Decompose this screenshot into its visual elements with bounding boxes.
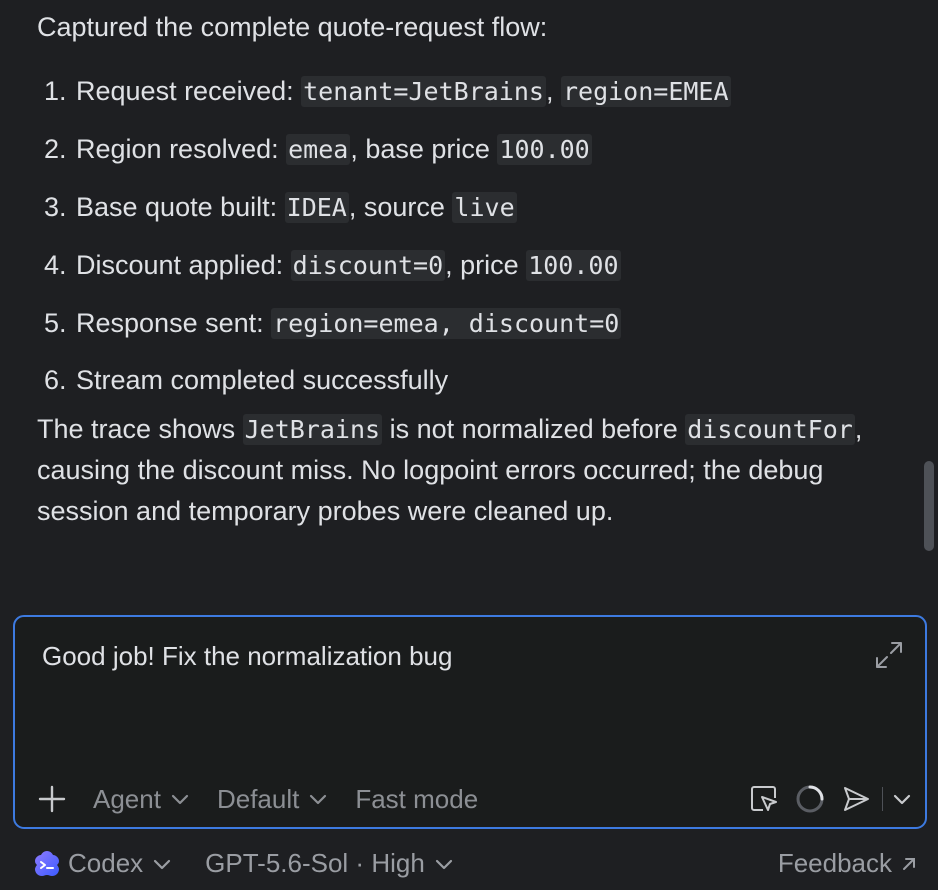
- step-item: 3. Base quote built: IDEA, source live: [44, 192, 517, 223]
- agent-label: Agent: [93, 783, 161, 814]
- step-item: 2. Region resolved: emea, base price 100.…: [44, 134, 592, 165]
- provider-label: Codex: [68, 848, 144, 878]
- text-run: , price: [445, 250, 527, 280]
- status-footer: Codex GPT-5.6-Sol · High Feedback: [0, 843, 938, 887]
- step-item: 4. Discount applied: discount=0, price 10…: [44, 250, 621, 281]
- chat-composer[interactable]: Good job! Fix the normalization bug Agen…: [13, 615, 927, 829]
- text-run: Discount applied:: [76, 250, 291, 280]
- mode-dropdown[interactable]: Default: [217, 784, 327, 815]
- text-run: Region resolved:: [76, 134, 287, 164]
- add-context-icon[interactable]: [37, 784, 67, 814]
- expand-icon[interactable]: [873, 639, 905, 671]
- chevron-down-icon: [154, 859, 171, 869]
- prompt-input[interactable]: Good job! Fix the normalization bug: [42, 641, 452, 672]
- agent-dropdown[interactable]: Agent: [93, 784, 189, 815]
- feedback-label: Feedback: [777, 848, 892, 878]
- inline-code: live: [452, 192, 517, 223]
- inline-code: discount=0: [290, 250, 446, 281]
- composer-toolbar: Agent Default Fast mode: [37, 781, 506, 817]
- inline-code: emea: [286, 134, 351, 165]
- inline-code: discountFor: [685, 414, 855, 445]
- codex-logo-icon: [35, 850, 59, 876]
- chevron-down-icon[interactable]: [893, 793, 911, 805]
- model-dropdown[interactable]: GPT-5.6-Sol · High: [205, 848, 453, 879]
- step-item: 5. Response sent: region=emea, discount=0: [44, 308, 622, 339]
- text-run: Stream completed successfully: [76, 365, 449, 395]
- text-run: is not normalized before: [382, 414, 686, 444]
- step-item: 1. Request received: tenant=JetBrains, re…: [44, 76, 731, 107]
- chevron-down-icon: [171, 794, 189, 805]
- message-summary: The trace shows JetBrains is not normali…: [37, 409, 897, 532]
- inline-code: 100.00: [526, 250, 621, 281]
- model-label: GPT-5.6-Sol · High: [205, 848, 425, 878]
- chevron-down-icon: [310, 794, 327, 805]
- fast-mode-label: Fast mode: [355, 783, 479, 814]
- inline-code: IDEA: [284, 192, 349, 223]
- text-run: Base quote built:: [76, 192, 285, 222]
- text-run: Request received:: [76, 76, 302, 106]
- message-intro: Captured the complete quote-request flow…: [37, 12, 548, 42]
- inline-code: 100.00: [497, 134, 592, 165]
- inline-code: JetBrains: [242, 414, 383, 445]
- chevron-down-icon: [435, 859, 452, 869]
- divider: [881, 787, 883, 811]
- text-run: The trace shows: [37, 414, 243, 444]
- inline-code: region=EMEA: [560, 76, 731, 107]
- mode-label: Default: [216, 783, 300, 814]
- external-link-arrow-icon: [903, 857, 915, 870]
- select-element-icon[interactable]: [748, 783, 780, 815]
- scrollbar-thumb[interactable]: [924, 461, 934, 551]
- step-item: 6. Stream completed successfully: [44, 365, 449, 395]
- text-run: , base price: [350, 134, 498, 164]
- text-run: Response sent:: [76, 308, 272, 338]
- fast-mode-toggle[interactable]: Fast mode: [355, 784, 478, 815]
- feedback-link[interactable]: Feedback: [778, 848, 918, 879]
- text-run: , source: [348, 192, 453, 222]
- loading-spinner-icon: [796, 785, 823, 813]
- composer-actions: [734, 781, 912, 817]
- text-run: ,: [545, 76, 561, 106]
- send-icon[interactable]: [840, 783, 872, 815]
- provider-dropdown[interactable]: Codex: [32, 848, 171, 879]
- inline-code: region=emea, discount=0: [271, 308, 622, 339]
- inline-code: tenant=JetBrains: [301, 76, 546, 107]
